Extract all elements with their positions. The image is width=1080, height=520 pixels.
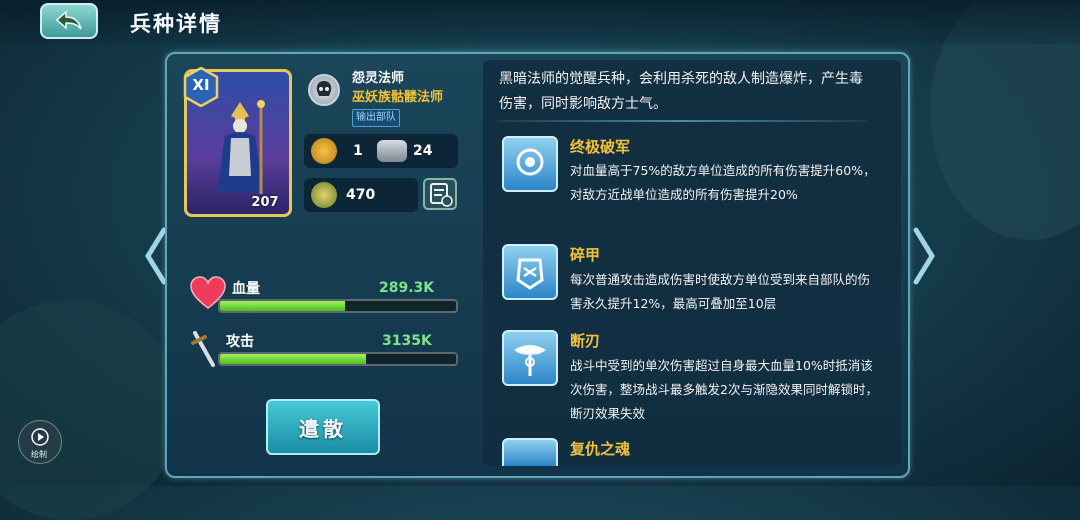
- attack-bar: [218, 352, 458, 366]
- troops-icon: [377, 140, 407, 162]
- card-count: 207: [251, 195, 279, 210]
- armor-break-icon[interactable]: [502, 244, 558, 300]
- skill-2-desc: 每次普通攻击造成伤害时使敌方单位受到来自部队的伤害永久提升12%，最高可叠加至1…: [570, 272, 871, 311]
- orb-shield-icon[interactable]: [502, 136, 558, 192]
- skill-3-desc: 战斗中受到的单次伤害超过自身最大血量10%时抵消该次伤害，整场战斗最多触发2次与…: [570, 358, 878, 421]
- helmet-icon: [311, 138, 337, 164]
- broken-blade-icon[interactable]: [502, 330, 558, 386]
- description-divider: [497, 120, 867, 122]
- back-button[interactable]: [40, 3, 98, 39]
- stats-info-button[interactable]: [423, 178, 457, 210]
- vengeful-soul-icon[interactable]: [502, 438, 558, 466]
- skull-faction-icon: [308, 74, 340, 106]
- troops-value: 24: [413, 143, 433, 159]
- page-title: 兵种详情: [130, 12, 222, 36]
- hp-bar: [218, 299, 458, 313]
- skill-emblem: [514, 345, 546, 376]
- skill-emblem: [516, 258, 544, 290]
- skull-icon: [316, 81, 332, 96]
- leadership-value: 1: [353, 143, 363, 159]
- skill-emblem: [516, 148, 544, 176]
- hp-value: 289.3K: [379, 280, 435, 296]
- document-info-icon: [430, 183, 453, 207]
- hp-label: 血量: [232, 281, 260, 297]
- skill-1-desc: 对血量高于75%的敌方单位造成的所有伤害提升60%，对敌方近战单位造成的所有伤害…: [570, 163, 876, 202]
- skill-1-name: 终极破军: [570, 138, 631, 156]
- dismiss-button[interactable]: 遣散: [266, 399, 380, 455]
- unit-name: 怨灵法师: [352, 71, 405, 86]
- next-unit-arrow-icon[interactable]: [912, 226, 938, 286]
- unit-role-tag: 输出部队: [352, 109, 400, 127]
- skill-3-name: 断刃: [570, 332, 601, 350]
- sword-icon: [191, 331, 215, 367]
- back-arrow-icon: [55, 10, 82, 30]
- skill-4-name: 复仇之魂: [570, 440, 631, 458]
- rank-label: XI: [192, 76, 210, 94]
- attack-value: 3135K: [382, 333, 432, 349]
- power-value: 470: [346, 187, 376, 203]
- hp-bar-fill: [220, 301, 346, 311]
- attack-bar-fill: [220, 354, 367, 364]
- unit-class: 巫妖族骷髅法师: [352, 90, 444, 105]
- power-crest-icon: [311, 182, 337, 208]
- skill-2-name: 碎甲: [570, 246, 601, 264]
- replay-label: 绘制: [31, 450, 47, 459]
- unit-description: 黑暗法师的觉醒兵种，会利用杀死的敌人制造爆炸，产生毒伤害，同时影响敌方士气。: [499, 71, 863, 112]
- attack-label: 攻击: [226, 334, 254, 350]
- background-rock-left: [0, 300, 180, 520]
- lich-mage-portrait: [217, 100, 265, 194]
